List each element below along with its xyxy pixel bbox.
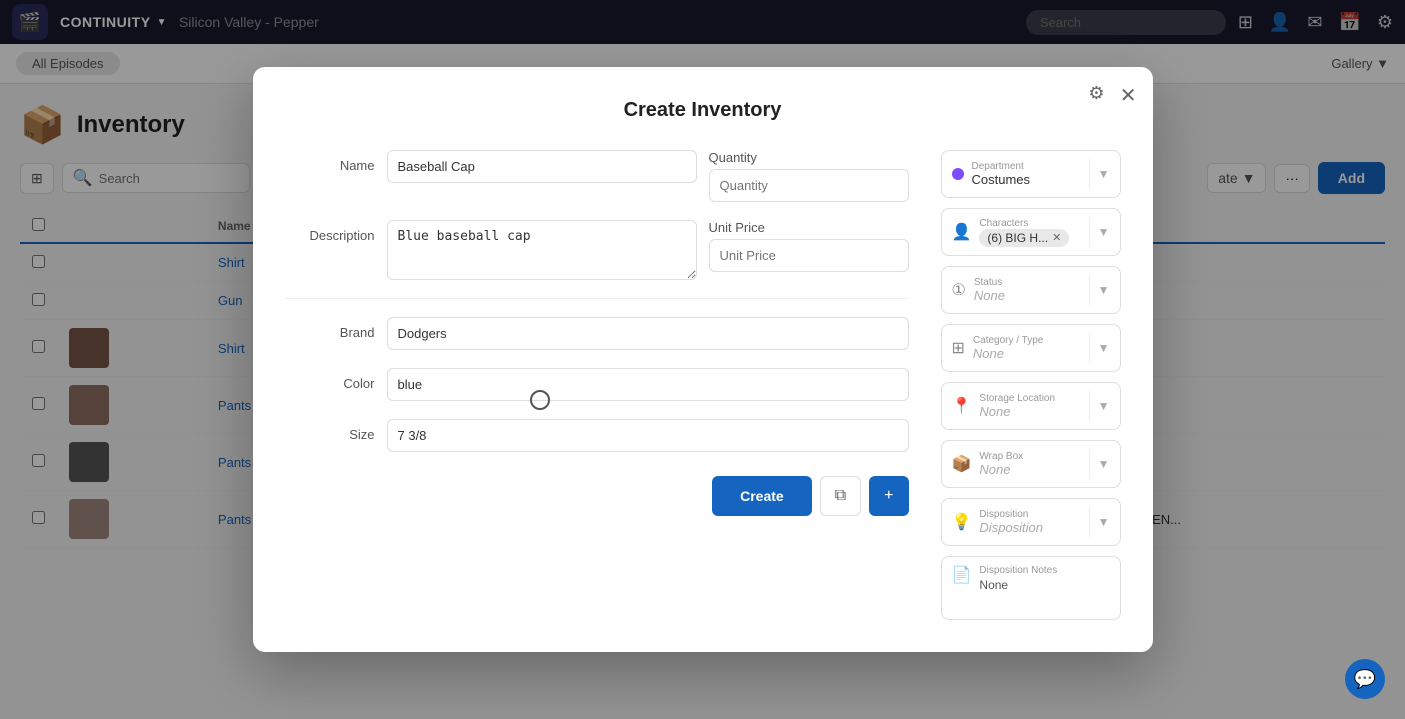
copy-button[interactable]: ⧉ (820, 476, 861, 516)
category-icon: ⊞ (952, 338, 965, 358)
department-color-dot (952, 168, 964, 180)
disposition-icon: 💡 (952, 512, 972, 532)
modal-footer: Create ⧉ + (285, 476, 909, 516)
color-input[interactable] (387, 368, 909, 401)
description-input[interactable]: Blue baseball cap (387, 220, 697, 280)
disposition-value: Disposition (979, 520, 1080, 535)
modal-right-panel: Department Costumes ▼ 👤 Characters (6) B… (941, 150, 1121, 620)
disposition-label: Disposition (979, 509, 1080, 520)
department-dropdown[interactable]: Department Costumes ▼ (941, 150, 1121, 198)
chevron-down-icon: ▼ (1098, 457, 1110, 471)
form-divider (285, 298, 909, 299)
notes-icon: 📄 (952, 565, 972, 585)
separator (1089, 391, 1090, 421)
department-value: Costumes (972, 172, 1081, 187)
box-icon: 📦 (952, 454, 972, 474)
color-row: Color (285, 368, 909, 401)
chevron-down-icon: ▼ (1098, 167, 1110, 181)
color-label: Color (285, 368, 375, 391)
category-label: Category / Type (973, 335, 1081, 346)
storage-content: Storage Location None (979, 393, 1080, 419)
wrap-box-dropdown[interactable]: 📦 Wrap Box None ▼ (941, 440, 1121, 488)
characters-dropdown[interactable]: 👤 Characters (6) BIG H... ✕ ▼ (941, 208, 1121, 256)
quantity-input[interactable] (709, 169, 909, 202)
status-icon: ① (952, 280, 966, 300)
description-row: Description Blue baseball cap Unit Price (285, 220, 909, 280)
separator (1089, 217, 1090, 247)
characters-value: (6) BIG H... (987, 231, 1048, 245)
separator (1089, 333, 1090, 363)
characters-label: Characters (979, 218, 1080, 229)
storage-label: Storage Location (979, 393, 1080, 404)
status-content: Status None (974, 277, 1081, 303)
disposition-notes-label: Disposition Notes (979, 565, 1109, 576)
modal-close-button[interactable]: ✕ (1120, 83, 1137, 108)
disposition-content: Disposition Disposition (979, 509, 1080, 535)
separator (1089, 275, 1090, 305)
name-row: Name Quantity (285, 150, 909, 202)
create-inventory-modal: Create Inventory ⚙ ✕ Name Quantity (253, 67, 1153, 652)
brand-input[interactable] (387, 317, 909, 350)
size-label: Size (285, 419, 375, 442)
remove-character-button[interactable]: ✕ (1052, 231, 1061, 244)
modal-form: Name Quantity Description Blue baseball … (285, 150, 909, 620)
disposition-notes-inner: Disposition Notes None (979, 565, 1109, 611)
chevron-down-icon: ▼ (1098, 283, 1110, 297)
separator (1089, 449, 1090, 479)
chat-bubble-button[interactable]: 💬 (1345, 659, 1385, 699)
name-label: Name (285, 150, 375, 173)
chevron-down-icon: ▼ (1098, 341, 1110, 355)
characters-chip: (6) BIG H... ✕ (979, 229, 1069, 247)
person-icon: 👤 (952, 222, 972, 242)
brand-label: Brand (285, 317, 375, 340)
brand-row: Brand (285, 317, 909, 350)
storage-value: None (979, 404, 1080, 419)
storage-location-dropdown[interactable]: 📍 Storage Location None ▼ (941, 382, 1121, 430)
category-value: None (973, 346, 1081, 361)
create-button[interactable]: Create (712, 476, 812, 516)
status-label: Status (974, 277, 1081, 288)
modal-title: Create Inventory (285, 99, 1121, 122)
status-dropdown[interactable]: ① Status None ▼ (941, 266, 1121, 314)
quantity-label: Quantity (709, 150, 799, 165)
unit-price-label: Unit Price (709, 220, 799, 235)
characters-content: Characters (6) BIG H... ✕ (979, 218, 1080, 247)
location-icon: 📍 (952, 396, 972, 416)
chat-icon: 💬 (1354, 669, 1376, 690)
chevron-down-icon: ▼ (1098, 399, 1110, 413)
disposition-notes-field: 📄 Disposition Notes None (941, 556, 1121, 620)
category-type-dropdown[interactable]: ⊞ Category / Type None ▼ (941, 324, 1121, 372)
category-content: Category / Type None (973, 335, 1081, 361)
modal-overlay[interactable]: Create Inventory ⚙ ✕ Name Quantity (0, 0, 1405, 719)
modal-settings-button[interactable]: ⚙ (1088, 83, 1104, 104)
unit-price-input[interactable] (709, 239, 909, 272)
name-input[interactable] (387, 150, 697, 183)
disposition-dropdown[interactable]: 💡 Disposition Disposition ▼ (941, 498, 1121, 546)
status-value: None (974, 288, 1081, 303)
department-label: Department (972, 161, 1081, 172)
size-input[interactable] (387, 419, 909, 452)
size-row: Size (285, 419, 909, 452)
separator (1089, 159, 1090, 189)
chevron-down-icon: ▼ (1098, 225, 1110, 239)
wrap-box-value: None (979, 462, 1080, 477)
separator (1089, 507, 1090, 537)
description-label: Description (285, 220, 375, 243)
add-more-button[interactable]: + (869, 476, 908, 516)
department-content: Department Costumes (972, 161, 1081, 187)
chevron-down-icon: ▼ (1098, 515, 1110, 529)
modal-body: Name Quantity Description Blue baseball … (285, 150, 1121, 620)
disposition-notes-input[interactable]: None (979, 578, 1109, 606)
wrap-box-label: Wrap Box (979, 451, 1080, 462)
wrap-box-content: Wrap Box None (979, 451, 1080, 477)
